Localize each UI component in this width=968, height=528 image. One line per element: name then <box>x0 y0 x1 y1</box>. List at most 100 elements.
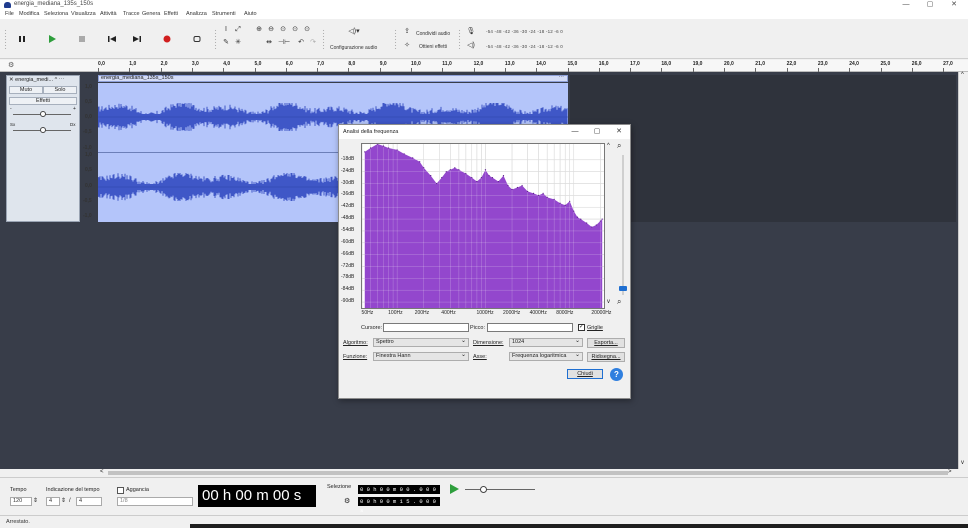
menu-seleziona[interactable]: Seleziona <box>44 11 68 17</box>
microphone-icon[interactable]: 🎙 <box>466 27 476 37</box>
grid-checkbox[interactable]: ✓ <box>578 324 585 331</box>
zoom-out-icon[interactable]: ⌕ <box>617 297 621 307</box>
peak-field[interactable] <box>487 323 573 332</box>
zoom-out-button[interactable]: ⊖ <box>266 25 276 35</box>
zoom-selection-button[interactable]: ⊙ <box>278 25 288 35</box>
toolbar-grip[interactable] <box>4 29 7 49</box>
scroll-up-icon[interactable]: ^ <box>961 72 964 78</box>
tempo-stepper[interactable]: ⇕ <box>33 497 38 504</box>
horizontal-scroll-thumb[interactable] <box>108 471 948 475</box>
multi-tool-button[interactable]: ✳ <box>233 38 243 48</box>
stop-button[interactable] <box>72 29 92 49</box>
zoom-in-button[interactable]: ⊕ <box>254 25 264 35</box>
pan-slider-thumb[interactable] <box>40 127 46 133</box>
skip-to-end-button[interactable] <box>127 29 147 49</box>
play-at-speed-button[interactable] <box>448 483 460 497</box>
gain-slider-thumb[interactable] <box>40 111 46 117</box>
scroll-left-icon[interactable]: < <box>100 469 104 475</box>
menu-visualizza[interactable]: Visualizza <box>71 11 96 17</box>
pause-button[interactable] <box>12 29 32 49</box>
menu-file[interactable]: File <box>5 11 14 17</box>
solo-button[interactable]: Solo <box>43 86 77 94</box>
time-display[interactable]: 00 h 00 m 00 s <box>198 485 316 507</box>
menu-tracce[interactable]: Tracce <box>123 11 140 17</box>
menu-genera[interactable]: Genera <box>142 11 160 17</box>
algorithm-select[interactable]: Spettro <box>373 338 469 347</box>
vertical-zoom-thumb[interactable] <box>619 286 627 291</box>
timeline-ruler[interactable]: ⚙ 0,0 1,0 2,0 3,0 4,0 5,0 6,0 7,0 8,0 9,0 10,0 11,0… <box>0 60 968 72</box>
track-control-panel[interactable]: ✕ energia_medi... ^ ⋯ Muto Solo Effetti … <box>6 75 80 222</box>
record-button[interactable] <box>157 29 177 49</box>
selection-end-display[interactable]: 0 0 h 0 0 m 1 5 . 0 0 0 s <box>358 497 440 514</box>
clip-title-bar[interactable]: energia_mediana_135s_150s ⋯ <box>98 75 568 82</box>
selection-settings-icon[interactable]: ⚙ <box>344 497 350 505</box>
snap-checkbox[interactable] <box>117 487 124 494</box>
envelope-tool-button[interactable]: ⤢ <box>233 25 243 35</box>
ruler-settings-icon[interactable]: ⚙ <box>8 61 14 69</box>
vertical-zoom-slider[interactable] <box>622 155 624 295</box>
toolbar-grip[interactable] <box>322 29 325 49</box>
snap-select[interactable]: 1/8 <box>117 497 193 506</box>
export-button[interactable]: Esporta... <box>587 338 625 348</box>
playback-meter-scale[interactable]: -54 -48 -42 -36 -30 -24 -18 -12 -6 0 <box>486 44 563 49</box>
menu-modifica[interactable]: Modifica <box>19 11 39 17</box>
select-tool-button[interactable]: I <box>221 25 231 35</box>
audio-setup-button[interactable]: ◁)▾ <box>344 27 364 37</box>
frequency-analysis-dialog[interactable]: Analisi della frequenza — ▢ ✕ -18dB -24dB… <box>338 124 631 399</box>
numerator-stepper[interactable]: ⇕ <box>61 497 66 504</box>
record-meter-scale[interactable]: -54 -48 -42 -36 -30 -24 -18 -12 -6 0 <box>486 29 563 34</box>
playback-speaker-icon[interactable]: ◁) <box>466 41 476 51</box>
zoom-toggle-button[interactable]: ⊙ <box>302 25 312 35</box>
cursor-field[interactable] <box>383 323 469 332</box>
loop-button[interactable] <box>187 29 207 49</box>
dialog-close-button[interactable]: ✕ <box>611 125 627 139</box>
zoom-fit-button[interactable]: ⊙ <box>290 25 300 35</box>
redo-button[interactable]: ↷ <box>308 38 318 48</box>
dialog-maximize-button[interactable]: ▢ <box>589 125 605 139</box>
toolbar-grip[interactable] <box>214 29 217 49</box>
vertical-scrollbar[interactable]: ^ v <box>958 72 968 469</box>
maximize-button[interactable]: ▢ <box>920 0 940 10</box>
time-sig-numerator[interactable]: 4 <box>46 497 60 506</box>
dialog-minimize-button[interactable]: — <box>567 125 583 139</box>
horizontal-scrollbar[interactable]: < > <box>98 469 958 477</box>
menu-analizza[interactable]: Analizza <box>186 11 207 17</box>
menu-effetti[interactable]: Effetti <box>164 11 178 17</box>
plot-scroll-down-icon[interactable]: v <box>607 299 610 305</box>
close-button[interactable]: ✕ <box>944 0 964 10</box>
dialog-title-bar[interactable]: Analisi della frequenza <box>339 125 630 139</box>
silence-button[interactable]: ⊣⊢ <box>278 38 290 48</box>
tempo-input[interactable]: 120 <box>10 497 32 506</box>
mute-button[interactable]: Muto <box>9 86 43 94</box>
axis-select[interactable]: Frequenza logaritmica <box>509 352 583 361</box>
replot-button[interactable]: Ridisegna... <box>587 352 625 362</box>
function-select[interactable]: Finestra Hann <box>373 352 469 361</box>
playback-speed-thumb[interactable] <box>480 486 487 493</box>
get-effects-button[interactable]: Ottieni effetti <box>419 44 447 50</box>
toolbar-grip[interactable] <box>458 29 461 49</box>
zoom-in-icon[interactable]: ⌕ <box>617 141 621 151</box>
help-button[interactable]: ? <box>610 368 623 381</box>
draw-tool-button[interactable]: ✎ <box>221 38 231 48</box>
selection-start-display[interactable]: 0 0 h 0 0 m 0 0 . 0 0 0 s <box>358 485 440 502</box>
menu-attivita[interactable]: Attività <box>100 11 117 17</box>
track-name-button[interactable]: ✕ energia_medi... ^ ⋯ <box>9 77 64 83</box>
scroll-right-icon[interactable]: > <box>948 469 952 475</box>
undo-button[interactable]: ↶ <box>296 38 306 48</box>
size-select[interactable]: 1024 <box>509 338 583 347</box>
share-audio-button[interactable]: Condividi audio <box>416 31 450 37</box>
audio-setup-label[interactable]: Configurazione audio <box>330 45 377 51</box>
spectrum-plot[interactable] <box>361 143 605 309</box>
toolbar-grip[interactable] <box>394 29 397 49</box>
menu-aiuto[interactable]: Aiuto <box>244 11 257 17</box>
menu-strumenti[interactable]: Strumenti <box>212 11 236 17</box>
plot-scroll-up-icon[interactable]: ^ <box>607 143 610 149</box>
minimize-button[interactable]: — <box>896 0 916 10</box>
trim-button[interactable]: ⇹ <box>264 38 274 48</box>
time-sig-denominator[interactable]: 4 <box>76 497 102 506</box>
play-button[interactable] <box>42 29 62 49</box>
scroll-down-icon[interactable]: v <box>961 460 964 466</box>
playback-speed-slider[interactable] <box>465 489 535 490</box>
skip-to-start-button[interactable] <box>102 29 122 49</box>
close-dialog-button[interactable]: Chiudi <box>567 369 603 379</box>
